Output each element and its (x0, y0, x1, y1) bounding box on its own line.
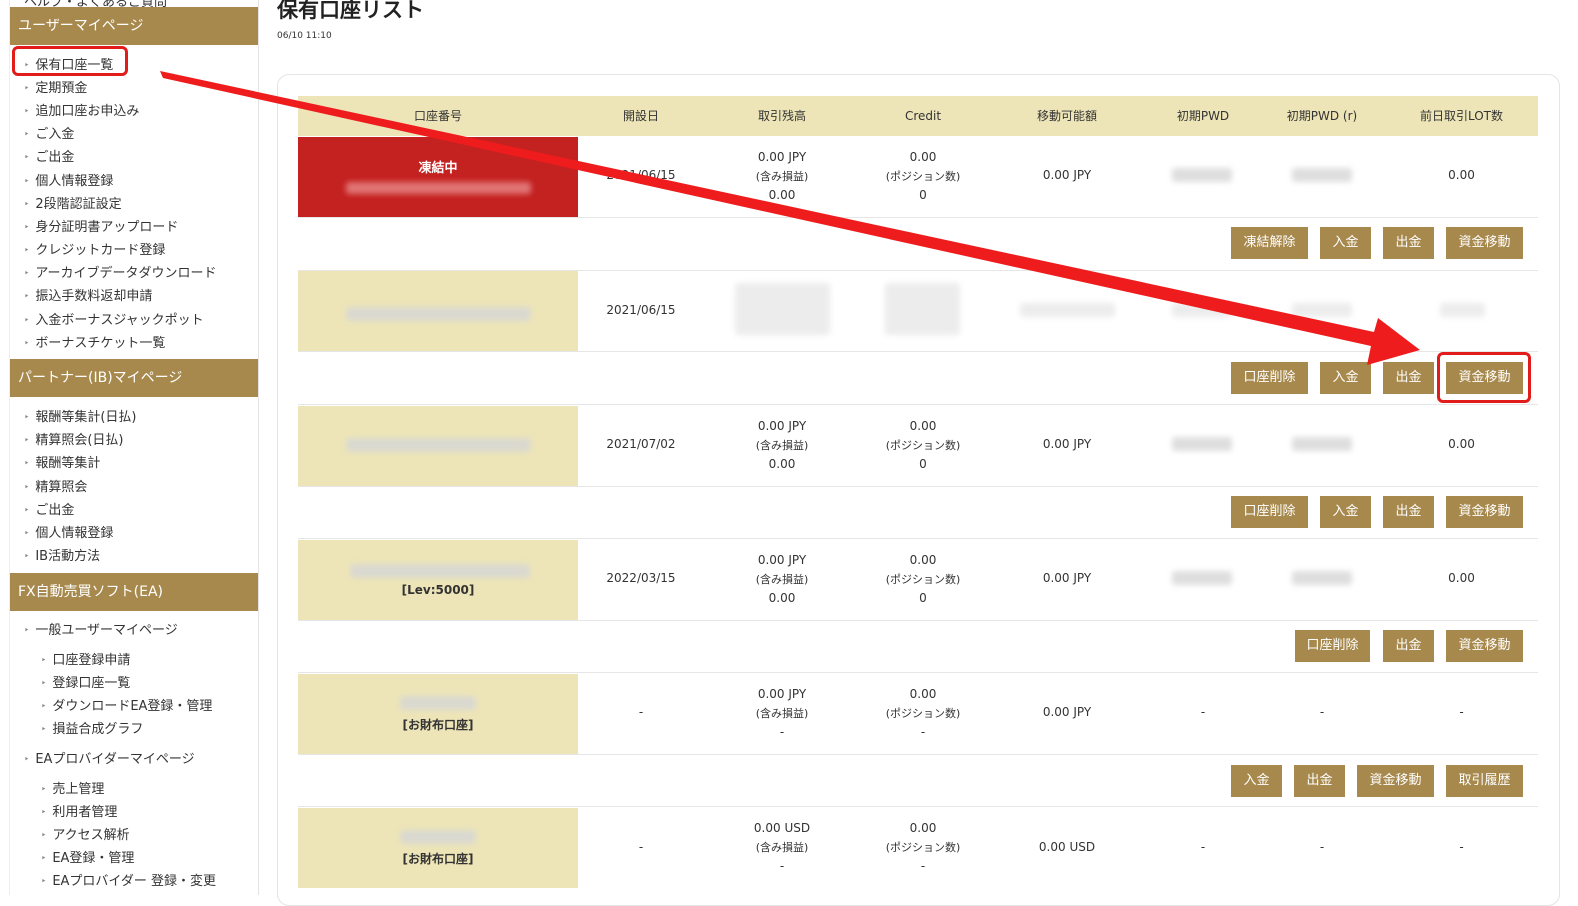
red-arrow-icon (160, 71, 1420, 365)
